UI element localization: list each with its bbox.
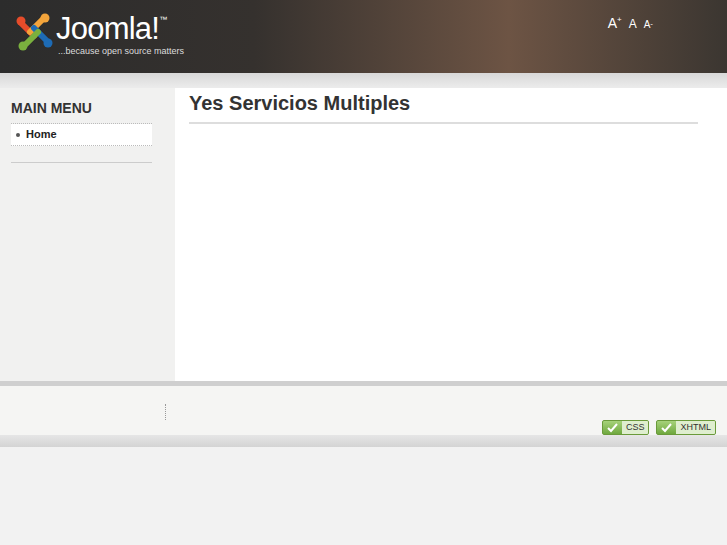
menu-item[interactable]: Home <box>11 124 152 146</box>
font-size-button[interactable]: A+ <box>608 16 622 30</box>
body: MAIN MENU Home Yes Servicios Multiples <box>0 88 727 381</box>
validator-badges: CSS XHTML <box>602 420 716 435</box>
validator-badge[interactable]: CSS <box>602 420 650 435</box>
logo: Joomla!™ ...because open source matters <box>0 0 184 57</box>
page: Joomla!™ ...because open source matters A+… <box>0 0 727 545</box>
font-size-button[interactable]: A- <box>644 20 653 30</box>
footer-strip <box>0 435 727 447</box>
main-menu: Home <box>11 123 152 146</box>
logo-tm: ™ <box>159 16 167 24</box>
footer-separator <box>165 404 166 420</box>
validator-badge[interactable]: XHTML <box>656 420 716 435</box>
content: Yes Servicios Multiples <box>175 88 727 381</box>
content-title: Yes Servicios Multiples <box>189 89 698 124</box>
logo-tagline: ...because open source matters <box>56 46 184 57</box>
check-icon <box>607 423 618 433</box>
sidebar: MAIN MENU Home <box>0 88 175 381</box>
joomla-logo-icon <box>14 12 54 52</box>
footer: CSS XHTML <box>0 386 727 435</box>
check-icon <box>661 423 672 433</box>
sidebar-divider <box>11 162 152 163</box>
header-strip <box>0 73 727 88</box>
font-size-controls: A+ A A- <box>608 0 727 30</box>
header: Joomla!™ ...because open source matters A+… <box>0 0 727 73</box>
font-size-button[interactable]: A <box>629 18 637 30</box>
logo-name: Joomla! <box>56 12 159 46</box>
bullet-icon <box>16 133 20 137</box>
sidebar-title: MAIN MENU <box>11 99 164 117</box>
